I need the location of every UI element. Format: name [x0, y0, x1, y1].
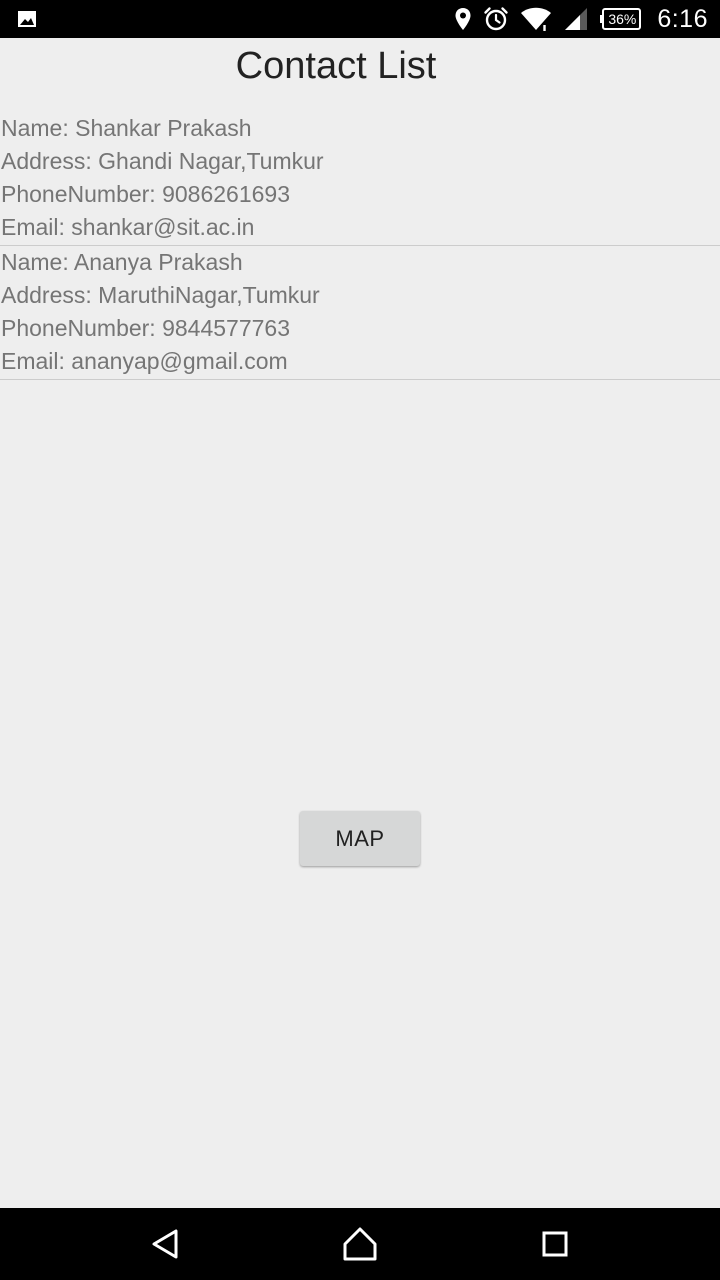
image-icon [18, 11, 36, 27]
map-button[interactable]: MAP [300, 811, 420, 866]
wifi-icon [521, 7, 552, 31]
recents-square-icon[interactable] [535, 1224, 575, 1264]
battery-icon: 36% [600, 8, 642, 30]
navigation-bar [0, 1208, 720, 1280]
status-time: 6:16 [657, 4, 708, 33]
contact-name: Name: Shankar Prakash [1, 115, 252, 141]
contact-phone: PhoneNumber: 9844577763 [1, 315, 291, 341]
contact-email: Email: ananyap@gmail.com [1, 348, 288, 374]
contact-email: Email: shankar@sit.ac.in [1, 214, 255, 240]
status-icons: 36% 6:16 [454, 0, 708, 38]
contact-name: Name: Ananya Prakash [1, 249, 243, 275]
list-item[interactable]: Name: Shankar Prakash Address: Ghandi Na… [0, 112, 720, 246]
contact-address: Address: MaruthiNagar,Tumkur [1, 282, 320, 308]
alarm-clock-icon [484, 7, 509, 31]
cell-signal-icon [565, 8, 588, 30]
list-item[interactable]: Name: Ananya Prakash Address: MaruthiNag… [0, 246, 720, 380]
battery-percent: 36% [608, 11, 637, 27]
contact-phone: PhoneNumber: 9086261693 [1, 181, 291, 207]
home-icon[interactable] [340, 1224, 380, 1264]
location-pin-icon [455, 8, 471, 30]
status-bar: 36% 6:16 [0, 0, 720, 38]
back-triangle-icon[interactable] [146, 1224, 186, 1264]
contact-address: Address: Ghandi Nagar,Tumkur [1, 148, 324, 174]
contact-list: Name: Shankar Prakash Address: Ghandi Na… [0, 112, 720, 380]
page-title: Contact List [235, 45, 437, 87]
